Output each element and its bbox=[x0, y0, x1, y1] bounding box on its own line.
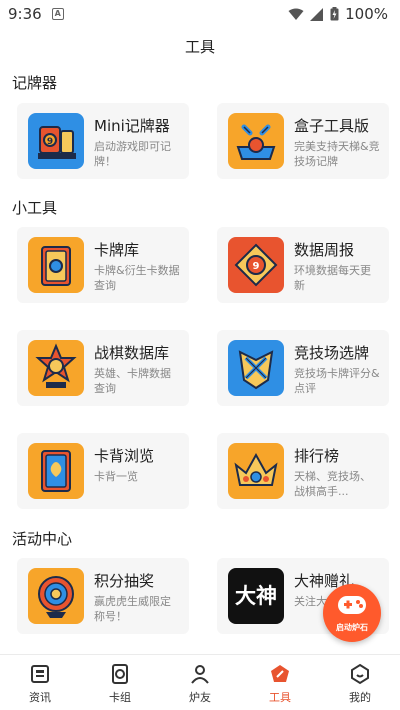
gift-icon-text: 大神 bbox=[235, 584, 277, 608]
data-weekly-icon: 9 bbox=[228, 237, 284, 293]
card-arena-pick[interactable]: 竞技场选牌 竞技场卡牌评分&点评 bbox=[217, 330, 389, 406]
section-title-deck-tracker: 记牌器 bbox=[12, 74, 58, 92]
news-icon bbox=[31, 665, 49, 683]
gift-icon: 大神 bbox=[228, 568, 284, 624]
leaderboard-icon bbox=[228, 443, 284, 499]
card-desc: 卡牌&衍生卡数据查询 bbox=[94, 264, 180, 292]
card-desc: 环境数据每天更新 bbox=[294, 264, 371, 292]
card-card-back[interactable]: 卡背浏览 卡背一览 bbox=[17, 433, 189, 509]
card-name: 盒子工具版 bbox=[294, 117, 370, 135]
card-mini-tracker[interactable]: 9 Mini记牌器 启动游戏即可记牌！ bbox=[17, 103, 189, 179]
card-desc: 完美支持天梯&竞技场记牌 bbox=[294, 140, 380, 168]
tab-label: 工具 bbox=[269, 691, 291, 704]
launch-hearthstone-button[interactable]: 启动炉石 bbox=[323, 584, 381, 642]
gamepad-icon bbox=[338, 596, 366, 614]
lottery-icon bbox=[28, 568, 84, 624]
tab-label: 我的 bbox=[349, 691, 371, 704]
card-desc: 卡背一览 bbox=[94, 470, 138, 483]
wifi-icon bbox=[288, 8, 304, 20]
tab-friends[interactable]: 炉友 bbox=[160, 655, 240, 710]
svg-text:9: 9 bbox=[47, 137, 53, 147]
card-leaderboard[interactable]: 排行榜 天梯、竞技场、战棋高手... bbox=[217, 433, 389, 509]
card-toolbox[interactable]: 盒子工具版 完美支持天梯&竞技场记牌 bbox=[217, 103, 389, 179]
card-name: 卡背浏览 bbox=[94, 447, 155, 465]
card-library-icon bbox=[28, 237, 84, 293]
tab-label: 卡组 bbox=[109, 691, 131, 704]
tab-profile[interactable]: 我的 bbox=[320, 655, 400, 710]
tab-deck[interactable]: 卡组 bbox=[80, 655, 160, 710]
battlegrounds-db-icon bbox=[28, 340, 84, 396]
section-title-activity-center: 活动中心 bbox=[12, 530, 73, 548]
card-name: 数据周报 bbox=[294, 241, 355, 259]
card-card-library[interactable]: 卡牌库 卡牌&衍生卡数据查询 bbox=[17, 227, 189, 303]
notification-icon: A bbox=[51, 8, 64, 20]
friends-icon bbox=[191, 665, 209, 684]
battery-icon bbox=[330, 7, 339, 21]
card-name: 积分抽奖 bbox=[94, 572, 155, 590]
card-desc: 赢虎虎生威限定称号！ bbox=[94, 595, 171, 623]
tab-label: 炉友 bbox=[189, 691, 211, 704]
profile-icon bbox=[351, 663, 369, 685]
card-data-weekly[interactable]: 9 数据周报 环境数据每天更新 bbox=[217, 227, 389, 303]
status-bar: 9:36 A 100% bbox=[0, 0, 400, 28]
svg-text:9: 9 bbox=[253, 261, 260, 272]
card-lottery[interactable]: 积分抽奖 赢虎虎生威限定称号！ bbox=[17, 558, 189, 634]
page-title: 工具 bbox=[184, 38, 215, 56]
signal-icon bbox=[310, 7, 324, 21]
tools-icon bbox=[271, 665, 289, 682]
card-back-icon bbox=[28, 443, 84, 499]
section-title-small-tools: 小工具 bbox=[12, 199, 58, 217]
card-name: Mini记牌器 bbox=[94, 117, 170, 135]
fab-label: 启动炉石 bbox=[336, 623, 368, 632]
card-desc: 天梯、竞技场、战棋高手... bbox=[294, 470, 371, 498]
card-name: 战棋数据库 bbox=[94, 344, 170, 362]
card-desc: 英雄、卡牌数据查询 bbox=[94, 367, 171, 395]
status-time: 9:36 bbox=[8, 5, 42, 23]
card-name: 卡牌库 bbox=[94, 241, 140, 259]
tab-tools[interactable]: 工具 bbox=[240, 655, 320, 710]
card-battlegrounds-db[interactable]: 战棋数据库 英雄、卡牌数据查询 bbox=[17, 330, 189, 406]
bottom-tab-bar: 资讯 卡组 炉友 工具 我的 bbox=[0, 654, 400, 710]
deck-icon bbox=[112, 664, 128, 684]
card-desc: 启动游戏即可记牌！ bbox=[94, 140, 171, 168]
card-desc: 竞技场卡牌评分&点评 bbox=[294, 367, 380, 395]
tab-label: 资讯 bbox=[29, 691, 51, 704]
tab-news[interactable]: 资讯 bbox=[0, 655, 80, 710]
battery-percent: 100% bbox=[345, 5, 388, 23]
toolbox-icon bbox=[228, 113, 284, 169]
card-name: 排行榜 bbox=[294, 447, 340, 465]
card-name: 竞技场选牌 bbox=[294, 344, 370, 362]
arena-pick-icon bbox=[228, 340, 284, 396]
deck-tracker-icon: 9 bbox=[28, 113, 84, 169]
